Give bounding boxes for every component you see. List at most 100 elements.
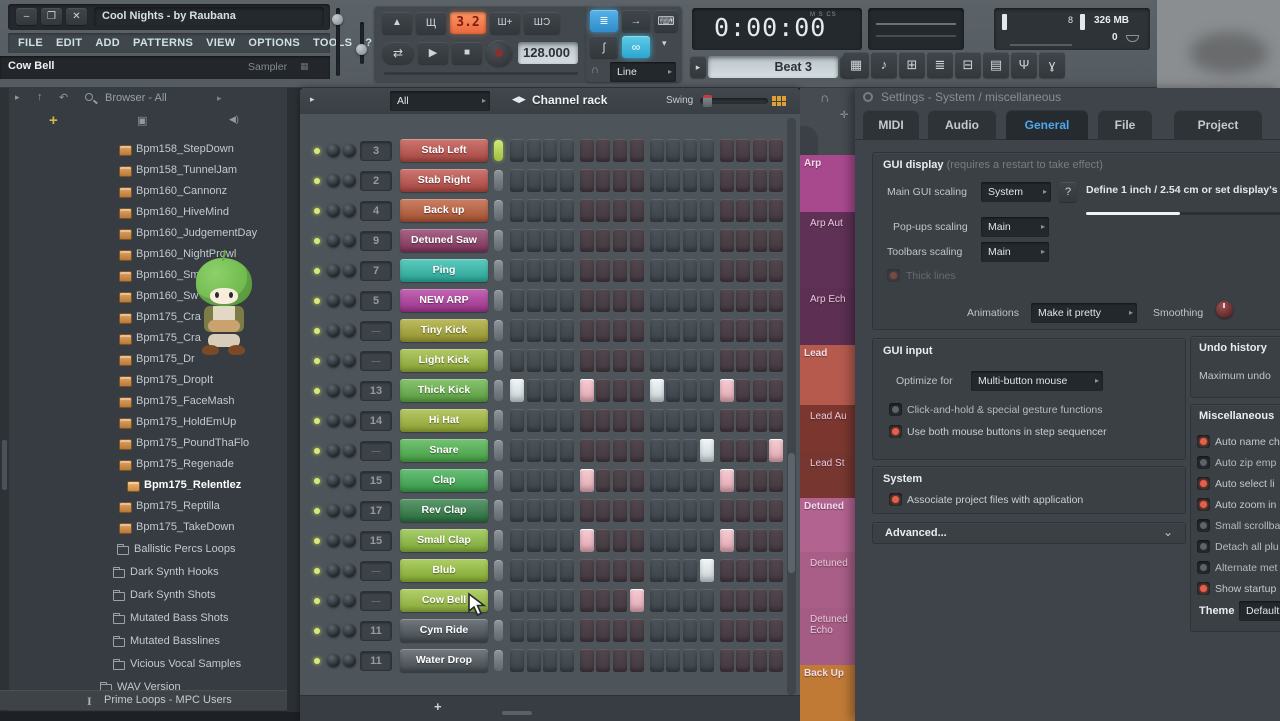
step-button[interactable] — [596, 139, 610, 162]
step-button[interactable] — [666, 619, 680, 642]
step-button[interactable] — [630, 409, 644, 432]
channel-button-thick-kick[interactable]: Thick Kick — [400, 379, 488, 402]
tab-midi[interactable]: MIDI — [863, 110, 919, 140]
step-button[interactable] — [543, 589, 557, 612]
step-button[interactable] — [650, 409, 664, 432]
step-button[interactable] — [613, 319, 627, 342]
menu-item-file[interactable]: FILE — [18, 37, 43, 49]
channel-led[interactable] — [314, 298, 320, 304]
step-button[interactable] — [596, 259, 610, 282]
channel-button-water-drop[interactable]: Water Drop — [400, 649, 488, 672]
step-button[interactable] — [720, 469, 734, 492]
option-checkbox[interactable] — [889, 403, 902, 416]
channel-mute-pill[interactable] — [494, 260, 503, 281]
step-button[interactable] — [769, 229, 783, 252]
channel-number-display[interactable]: 11 — [360, 621, 392, 641]
step-button[interactable] — [700, 289, 714, 312]
channel-led[interactable] — [314, 268, 320, 274]
step-button[interactable] — [613, 289, 627, 312]
step-button[interactable] — [596, 469, 610, 492]
volume-knob[interactable] — [343, 264, 356, 277]
volume-knob[interactable] — [343, 504, 356, 517]
step-button[interactable] — [769, 379, 783, 402]
step-button[interactable] — [666, 139, 680, 162]
main-scaling-dropdown[interactable]: System — [981, 182, 1051, 202]
step-button[interactable] — [510, 379, 524, 402]
step-button[interactable] — [613, 439, 627, 462]
add-channel-button[interactable]: + — [434, 699, 442, 714]
step-button[interactable] — [769, 319, 783, 342]
step-button[interactable] — [700, 469, 714, 492]
step-button[interactable] — [560, 229, 574, 252]
step-button[interactable] — [560, 529, 574, 552]
browser-sample-item[interactable]: Bpm158_TunnelJam — [0, 161, 287, 181]
step-button[interactable] — [700, 529, 714, 552]
step-button[interactable] — [683, 139, 697, 162]
browser-folder-item[interactable]: Vicious Vocal Samples — [0, 655, 287, 675]
step-button[interactable] — [543, 349, 557, 372]
advanced-bar[interactable]: Advanced... ⌄ — [872, 522, 1186, 544]
step-button[interactable] — [560, 379, 574, 402]
step-button[interactable] — [666, 229, 680, 252]
step-button[interactable] — [700, 319, 714, 342]
step-button[interactable] — [527, 619, 541, 642]
step-button[interactable] — [560, 289, 574, 312]
step-button[interactable] — [613, 139, 627, 162]
channel-led[interactable] — [314, 208, 320, 214]
step-button[interactable] — [683, 169, 697, 192]
animations-dropdown[interactable]: Make it pretty — [1031, 303, 1137, 323]
step-button[interactable] — [769, 619, 783, 642]
step-button[interactable] — [560, 469, 574, 492]
step-button[interactable] — [580, 319, 594, 342]
toggle-playlist-button[interactable]: ▦ — [843, 52, 869, 78]
step-button[interactable] — [596, 199, 610, 222]
step-button[interactable] — [769, 409, 783, 432]
volume-knob[interactable] — [343, 384, 356, 397]
rack-vscroll-handle[interactable] — [788, 453, 795, 573]
step-button[interactable] — [510, 439, 524, 462]
channel-led[interactable] — [314, 328, 320, 334]
step-button[interactable] — [753, 469, 767, 492]
step-button[interactable] — [720, 229, 734, 252]
step-button[interactable] — [527, 199, 541, 222]
step-button[interactable] — [700, 409, 714, 432]
step-button[interactable] — [700, 589, 714, 612]
step-button[interactable] — [666, 169, 680, 192]
toggle-performance-mode-button[interactable]: ɣ — [1039, 52, 1065, 78]
channel-button-back-up[interactable]: Back up — [400, 199, 488, 222]
step-button[interactable] — [650, 349, 664, 372]
metronome-button[interactable]: ▲ — [382, 12, 412, 34]
step-button[interactable] — [683, 439, 697, 462]
step-button[interactable] — [527, 139, 541, 162]
channel-led[interactable] — [314, 358, 320, 364]
step-button[interactable] — [753, 649, 767, 672]
toggle-piano-roll-button[interactable]: ♪ — [871, 52, 897, 78]
step-button[interactable] — [683, 589, 697, 612]
pan-knob[interactable] — [327, 624, 340, 637]
step-button[interactable] — [613, 229, 627, 252]
volume-knob[interactable] — [343, 474, 356, 487]
add-track-icon[interactable]: ✛ — [840, 110, 848, 121]
pan-knob[interactable] — [327, 294, 340, 307]
master-pitch-slider[interactable] — [360, 22, 364, 64]
step-button[interactable] — [650, 319, 664, 342]
channel-number-display[interactable]: 2 — [360, 171, 392, 191]
step-button[interactable] — [720, 169, 734, 192]
step-button[interactable] — [683, 199, 697, 222]
step-button[interactable] — [753, 349, 767, 372]
pattern-selector[interactable]: Beat 3 — [708, 56, 838, 78]
pan-knob[interactable] — [327, 204, 340, 217]
menu-item-add[interactable]: ADD — [95, 37, 120, 49]
loop-record-button[interactable]: ШƆ — [524, 12, 560, 34]
step-button[interactable] — [543, 529, 557, 552]
step-button[interactable] — [510, 409, 524, 432]
step-button[interactable] — [720, 619, 734, 642]
step-button[interactable] — [753, 529, 767, 552]
step-button[interactable] — [683, 379, 697, 402]
snap-selector[interactable]: Line — [610, 62, 676, 82]
channel-number-display[interactable]: — — [360, 561, 392, 581]
channel-mute-pill[interactable] — [494, 560, 503, 581]
step-button[interactable] — [736, 379, 750, 402]
step-button[interactable] — [543, 439, 557, 462]
step-button[interactable] — [700, 349, 714, 372]
